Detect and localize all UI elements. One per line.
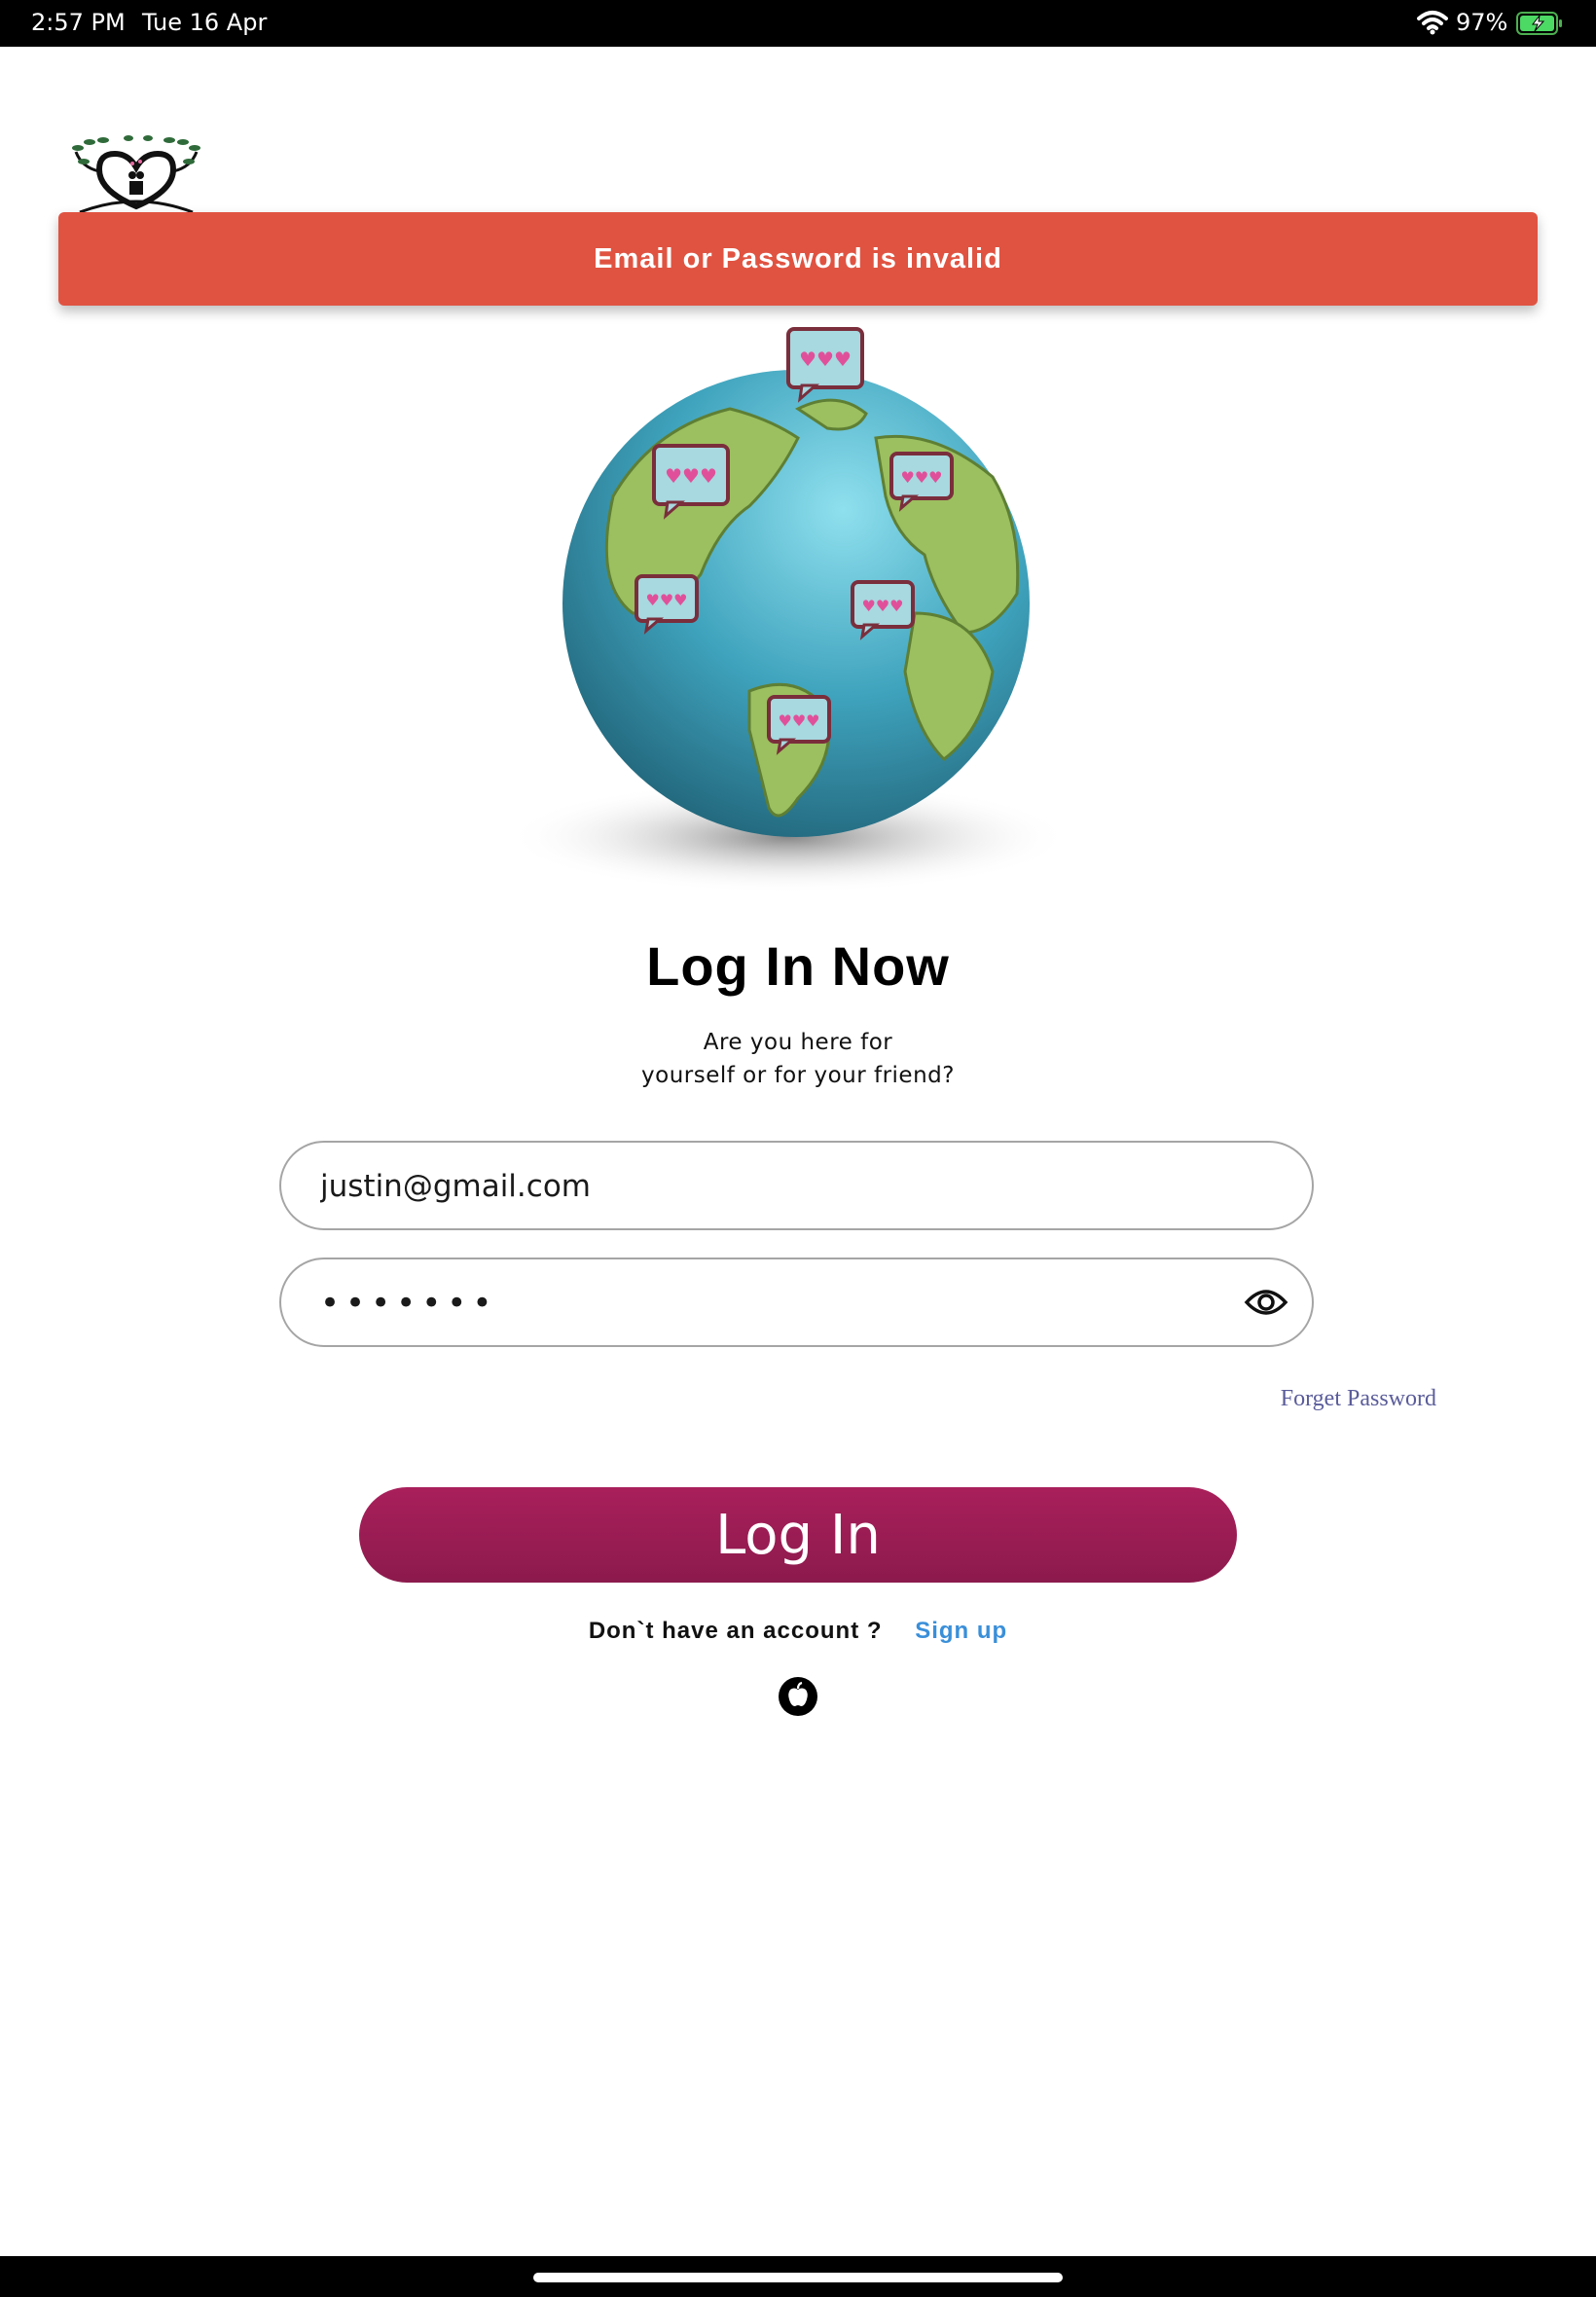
globe-illustration: ♥♥♥ ♥♥♥ ♥♥♥ ♥♥♥ ♥♥♥ ♥♥♥ <box>506 327 1070 893</box>
status-date: Tue 16 Apr <box>142 9 268 36</box>
apple-icon[interactable] <box>778 1676 818 1717</box>
subtitle-line-2: yourself or for your friend? <box>641 1063 955 1088</box>
svg-text:♥♥♥: ♥♥♥ <box>900 468 942 487</box>
signup-link[interactable]: Sign up <box>915 1618 1007 1644</box>
page-title: Log In Now <box>646 935 950 997</box>
page-subtitle: Are you here for yourself or for your fr… <box>555 1026 1041 1092</box>
login-button[interactable]: Log In <box>359 1487 1237 1583</box>
svg-text:♥♥♥: ♥♥♥ <box>861 597 903 615</box>
eye-icon[interactable] <box>1244 1285 1288 1320</box>
error-message: Email or Password is invalid <box>594 242 1002 274</box>
password-input[interactable] <box>318 1259 1198 1347</box>
svg-text:♥♥♥: ♥♥♥ <box>665 464 717 488</box>
no-account-text: Don`t have an account ? <box>588 1618 883 1644</box>
status-time: 2:57 PM <box>31 9 126 36</box>
wifi-icon <box>1417 11 1448 35</box>
battery-percent: 97% <box>1456 9 1508 36</box>
svg-text:♥♥♥: ♥♥♥ <box>778 711 819 730</box>
signup-row: Don`t have an account ? Sign up <box>0 1618 1596 1645</box>
svg-text:♥♥♥: ♥♥♥ <box>799 347 852 371</box>
svg-text:♥♥♥: ♥♥♥ <box>645 591 687 609</box>
error-banner: Email or Password is invalid <box>58 212 1538 306</box>
subtitle-line-1: Are you here for <box>703 1030 893 1055</box>
email-field[interactable] <box>279 1141 1314 1230</box>
forgot-password-link[interactable]: Forget Password <box>1168 1386 1436 1412</box>
status-bar: 2:57 PM Tue 16 Apr 97% <box>0 0 1596 47</box>
battery-icon <box>1516 12 1562 35</box>
password-field[interactable] <box>279 1258 1314 1347</box>
email-input[interactable] <box>318 1143 1198 1230</box>
home-indicator[interactable] <box>533 2273 1063 2282</box>
logo-icon <box>72 135 200 214</box>
